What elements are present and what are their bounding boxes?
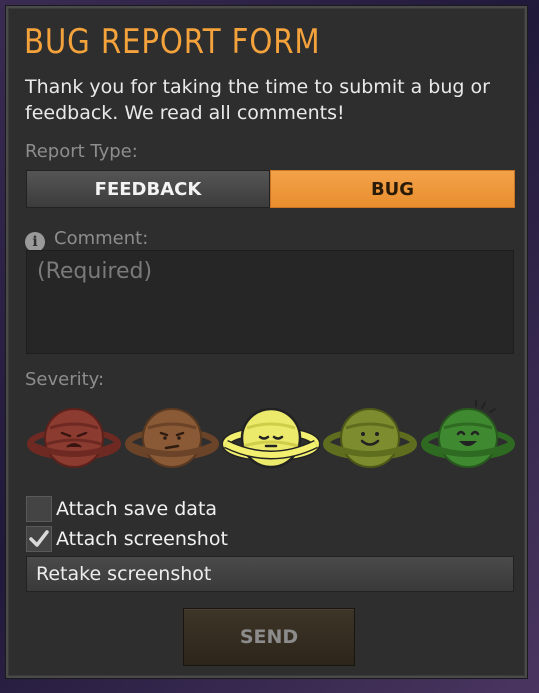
checkmark-icon — [29, 530, 49, 547]
send-button[interactable]: SEND — [183, 608, 355, 666]
planet-annoyed-icon[interactable] — [124, 400, 220, 476]
attach-save-checkbox[interactable] — [26, 496, 52, 522]
feedback-type-button[interactable]: FEEDBACK — [26, 170, 270, 208]
info-icon[interactable]: i — [25, 232, 45, 252]
attach-screenshot-checkbox[interactable] — [26, 526, 52, 552]
attach-screenshot-label: Attach screenshot — [56, 528, 228, 550]
bug-report-panel: BUG REPORT FORM Thank you for taking the… — [6, 6, 527, 678]
form-title: BUG REPORT FORM — [24, 22, 321, 62]
comment-placeholder: (Required) — [37, 259, 153, 284]
bug-type-button[interactable]: BUG — [270, 170, 515, 208]
severity-selector — [26, 400, 516, 480]
comment-field[interactable]: (Required) — [26, 250, 514, 354]
planet-delighted-icon[interactable] — [420, 400, 516, 476]
comment-label: Comment: — [54, 228, 149, 249]
severity-label: Severity: — [25, 369, 105, 390]
retake-screenshot-button[interactable]: Retake screenshot — [26, 556, 514, 592]
report-type-label: Report Type: — [25, 141, 138, 162]
planet-happy-icon[interactable] — [322, 400, 418, 476]
planet-angry-icon[interactable] — [26, 400, 122, 476]
planet-neutral-icon[interactable] — [222, 400, 320, 476]
attach-save-label: Attach save data — [56, 498, 218, 520]
form-description: Thank you for taking the time to submit … — [25, 76, 490, 124]
